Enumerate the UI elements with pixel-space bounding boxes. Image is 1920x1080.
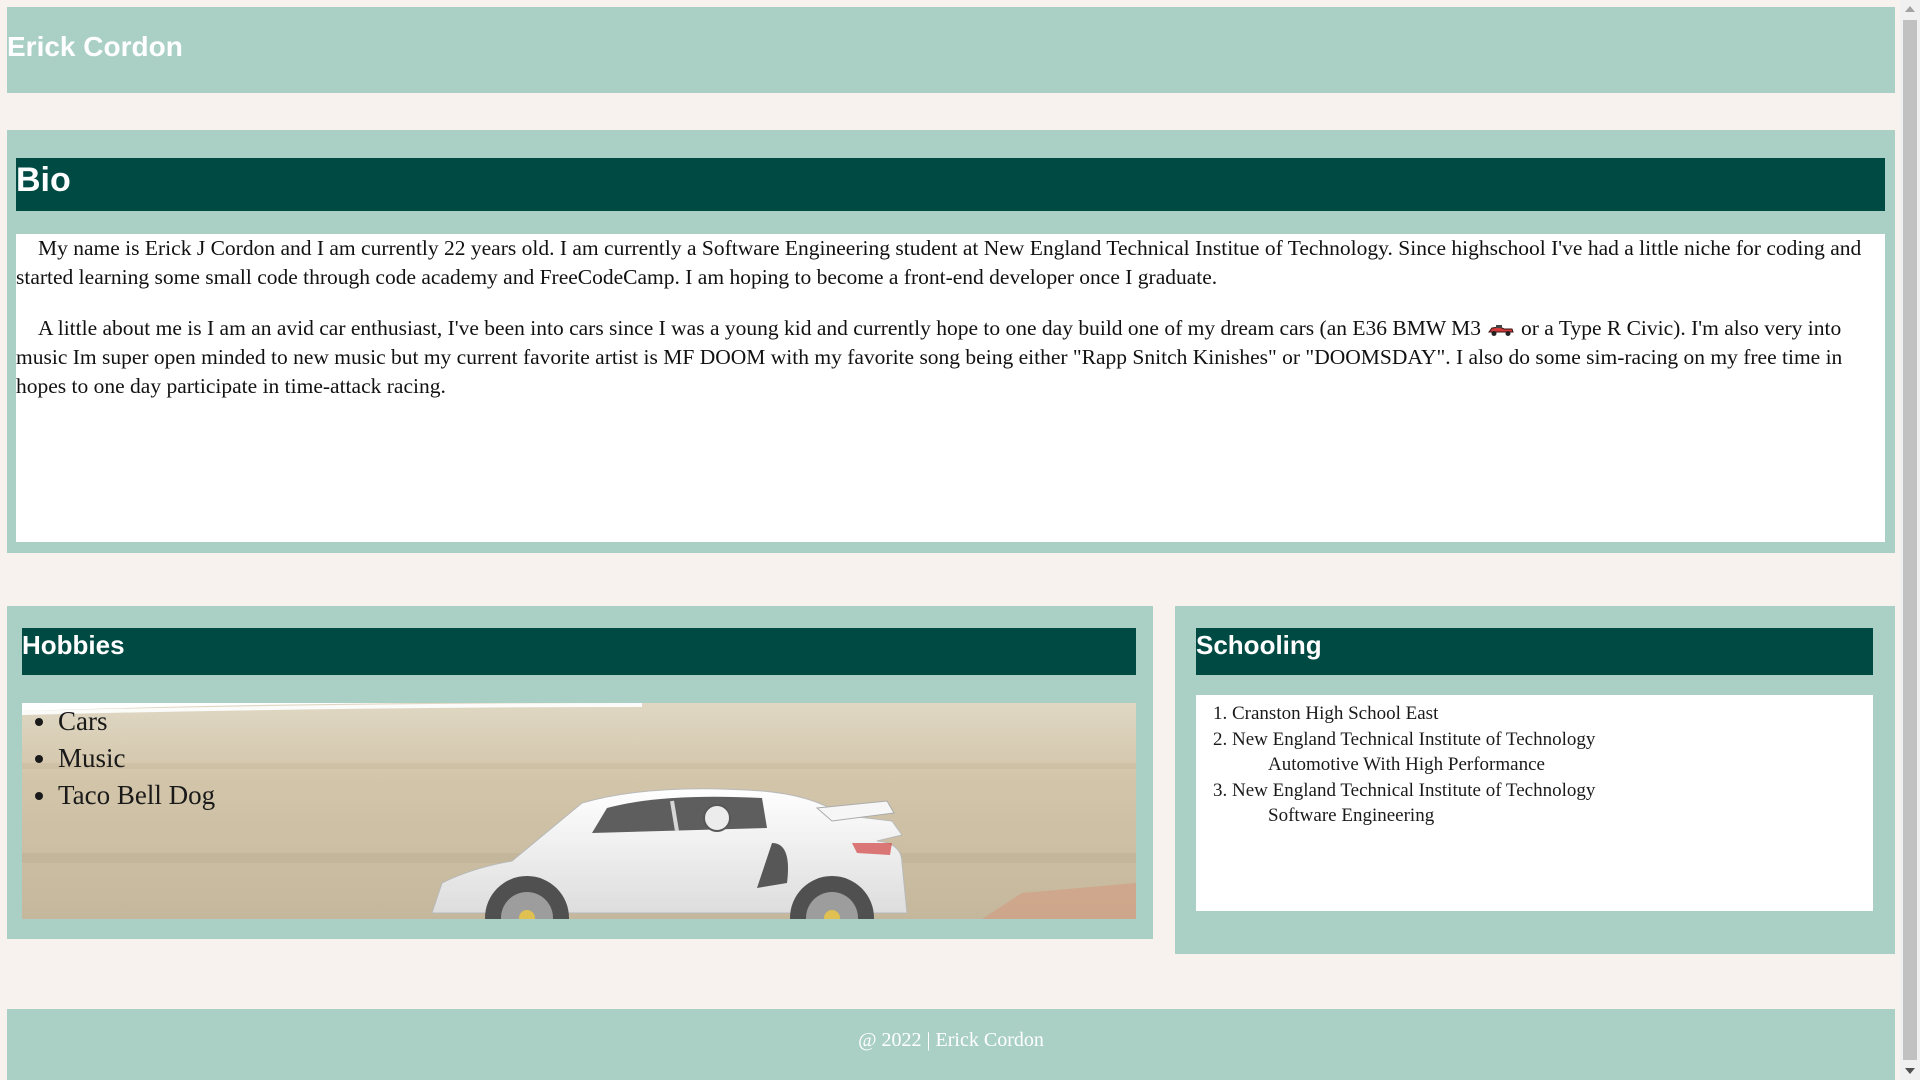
school-name: New England Technical Institute of Techn… — [1232, 779, 1596, 801]
hobbies-heading: Hobbies — [22, 628, 1136, 675]
bio-paragraph-2: A little about me is I am an avid car en… — [16, 314, 1885, 401]
school-name: Cranston High School East — [1232, 703, 1439, 724]
list-item: Taco Bell Dog — [58, 777, 215, 814]
scroll-up-icon[interactable] — [1905, 6, 1915, 12]
vertical-scrollbar[interactable] — [1900, 0, 1920, 1080]
school-program: Automotive With High Performance — [1268, 754, 1545, 775]
schooling-section: Schooling Cranston High School East New … — [1175, 606, 1895, 954]
footer-text: @ 2022 | Erick Cordon — [858, 1029, 1044, 1051]
list-item: Cranston High School East — [1232, 701, 1873, 727]
bio-paragraph-2-start: A little about me is I am an avid car en… — [38, 316, 1481, 340]
bio-body: My name is Erick J Cordon and I am curre… — [16, 234, 1885, 542]
site-title: Erick Cordon — [7, 31, 183, 62]
site-header: Erick Cordon — [7, 7, 1895, 93]
schooling-heading: Schooling — [1196, 628, 1873, 675]
hobbies-list: Cars Music Taco Bell Dog — [22, 703, 215, 814]
school-program: Software Engineering — [1268, 805, 1435, 826]
race-car-icon — [1488, 325, 1514, 336]
scroll-down-icon[interactable] — [1905, 1068, 1915, 1074]
schooling-list: Cranston High School East New England Te… — [1196, 695, 1873, 829]
hobbies-section: Hobbies • Cars • Music • Taco Bell Dog — [7, 606, 1153, 939]
site-footer: @ 2022 | Erick Cordon — [7, 1009, 1895, 1080]
bio-paragraph-1: My name is Erick J Cordon and I am curre… — [16, 236, 1862, 289]
list-item: New England Technical Institute of Techn… — [1232, 727, 1873, 778]
list-item: New England Technical Institute of Techn… — [1232, 778, 1873, 829]
list-item: Cars — [58, 703, 215, 740]
page: Erick Cordon Bio My name is Erick J Cord… — [0, 0, 1900, 1080]
scroll-thumb[interactable] — [1903, 20, 1917, 1060]
bio-section: Bio My name is Erick J Cordon and I am c… — [7, 130, 1895, 553]
list-item: Music — [58, 740, 215, 777]
school-name: New England Technical Institute of Techn… — [1232, 728, 1596, 750]
bio-heading: Bio — [16, 158, 1885, 211]
hobbies-body: Cars Music Taco Bell Dog — [22, 703, 1136, 919]
schooling-body: Cranston High School East New England Te… — [1196, 695, 1873, 911]
